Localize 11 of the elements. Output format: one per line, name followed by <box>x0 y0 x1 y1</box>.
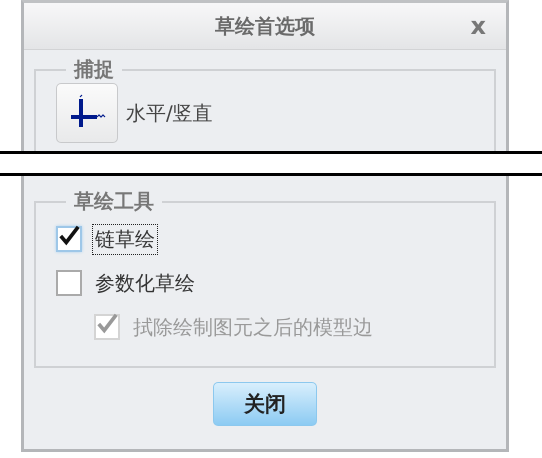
close-button[interactable]: x <box>466 13 490 39</box>
snap-button[interactable] <box>56 83 118 143</box>
close-button[interactable]: 关闭 <box>213 382 317 426</box>
snap-label: 水平/竖直 <box>126 100 213 126</box>
window-title: 草绘首选项 <box>215 12 315 40</box>
group-label: 草绘工具 <box>73 188 155 215</box>
group-label: 捕捉 <box>72 56 115 83</box>
checkbox[interactable] <box>56 270 82 296</box>
checkbox[interactable] <box>56 226 82 252</box>
checkbox-label[interactable]: 参数化草绘 <box>92 268 198 298</box>
checkbox-label[interactable]: 链草绘 <box>92 224 158 254</box>
